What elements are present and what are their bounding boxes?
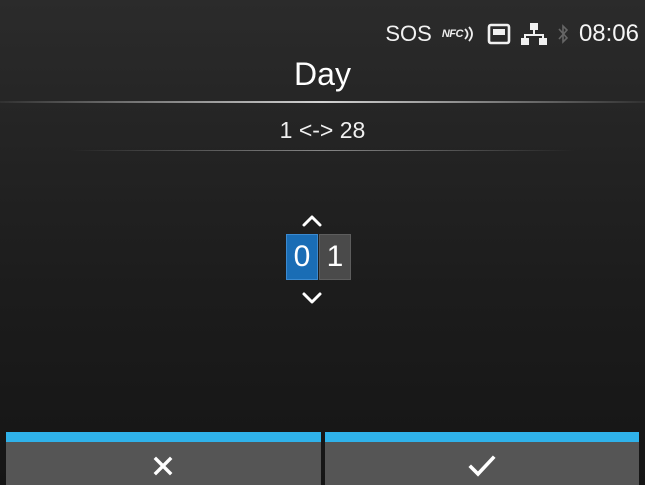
digit-ones[interactable]: 1 — [319, 234, 351, 280]
chevron-down-icon — [302, 292, 322, 304]
footer-bar — [6, 432, 639, 485]
confirm-button[interactable] — [324, 432, 639, 485]
chevron-up-icon — [302, 215, 322, 227]
nfc-icon: NFC — [442, 26, 477, 42]
close-icon — [153, 456, 173, 475]
range-label: 1 <-> 28 — [279, 117, 366, 143]
increment-button[interactable] — [297, 211, 327, 231]
status-bar: SOS NFC 08:06 — [385, 14, 639, 54]
digit-tens[interactable]: 0 — [286, 234, 318, 280]
page-title: Day — [294, 56, 351, 92]
check-icon — [468, 454, 496, 477]
decrement-button[interactable] — [297, 288, 327, 308]
sd-card-icon — [487, 23, 511, 45]
bluetooth-icon — [558, 24, 569, 44]
clock: 08:06 — [578, 20, 639, 47]
title-divider — [0, 101, 645, 103]
screen: SOS NFC 08:06 Day 1 <-> 28 0 1 — [0, 0, 645, 485]
range-divider — [70, 150, 575, 151]
cancel-button[interactable] — [6, 432, 321, 485]
network-icon — [520, 23, 547, 45]
sos-indicator: SOS — [385, 21, 432, 46]
nfc-waves-icon — [464, 26, 473, 42]
day-spinner[interactable]: 0 1 — [286, 234, 351, 280]
